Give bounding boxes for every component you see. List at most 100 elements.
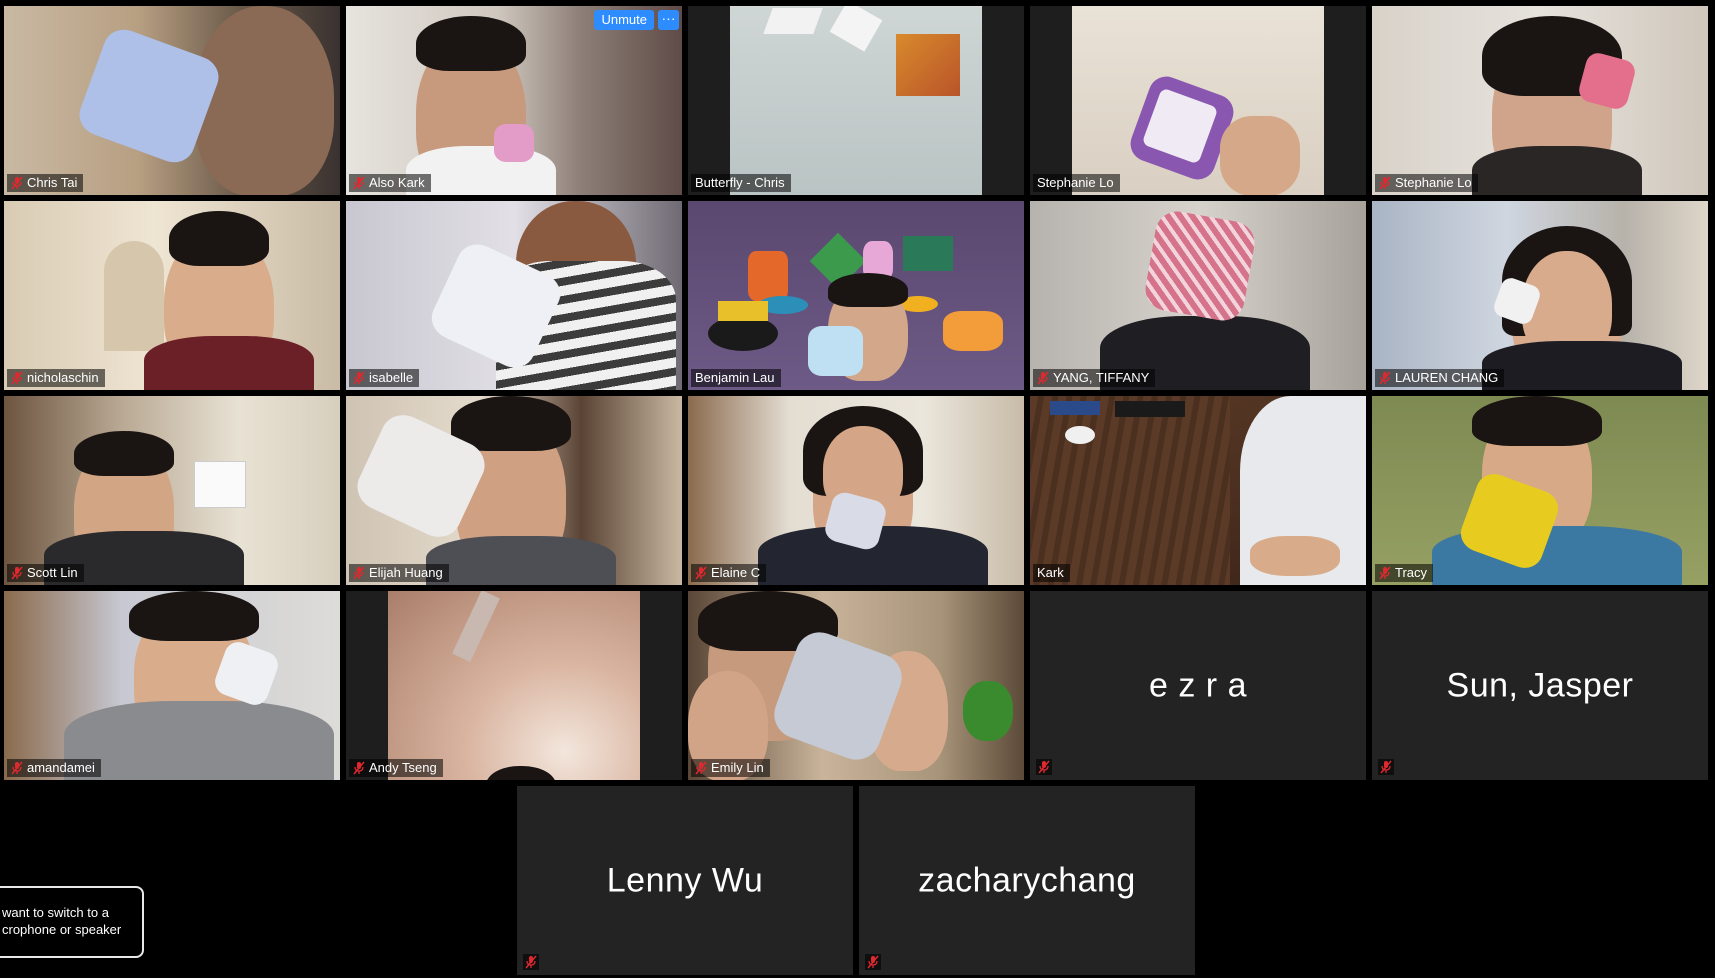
muted-mic-icon <box>1036 759 1052 775</box>
participant-tile[interactable]: Chris Tai <box>4 6 340 195</box>
origami-flower <box>1142 208 1258 324</box>
participant-name-tag: Stephanie Lo <box>1375 174 1478 192</box>
video-feed <box>1030 396 1366 585</box>
video-feed <box>4 396 340 585</box>
muted-mic-icon <box>11 176 23 190</box>
participant-name-tag: Chris Tai <box>7 174 84 192</box>
toast-text-line-2: crophone or speaker <box>2 922 122 937</box>
participant-display-name: Sun, Jasper <box>1446 666 1634 704</box>
video-feed <box>346 396 682 585</box>
participant-tile-no-video[interactable]: Sun, Jasper <box>1372 591 1708 780</box>
participant-display-name: zacharychang <box>918 861 1136 899</box>
participant-tile[interactable]: YANG, TIFFANY <box>1030 201 1366 390</box>
participant-tile[interactable]: Tracy <box>1372 396 1708 585</box>
participant-tile[interactable]: nicholaschin <box>4 201 340 390</box>
participant-name: LAUREN CHANG <box>1395 370 1499 385</box>
participant-tile[interactable]: Butterfly - Chris <box>688 6 1024 195</box>
participant-name-tag: YANG, TIFFANY <box>1033 369 1156 387</box>
participant-tile-no-video[interactable]: zacharychang <box>859 786 1195 975</box>
participant-name-tag: Stephanie Lo <box>1033 174 1120 192</box>
more-options-button[interactable]: ··· <box>658 10 679 30</box>
participant-name-tag: isabelle <box>349 369 420 387</box>
origami-model <box>748 251 788 301</box>
muted-mic-icon <box>11 566 23 580</box>
muted-mic-icon <box>1379 566 1391 580</box>
origami-flower <box>808 326 863 376</box>
participant-name: Emily Lin <box>711 760 764 775</box>
toast-text-line-1: want to switch to a <box>2 905 109 920</box>
participant-tile[interactable]: Elaine C <box>688 396 1024 585</box>
ellipsis-icon: ··· <box>661 10 676 26</box>
muted-mic-icon <box>1379 176 1391 190</box>
video-feed <box>688 201 1024 390</box>
origami-paper <box>896 34 960 96</box>
participant-name: nicholaschin <box>27 370 99 385</box>
participant-tile[interactable]: Scott Lin <box>4 396 340 585</box>
participant-tile[interactable]: Stephanie Lo <box>1030 6 1366 195</box>
participant-tile-no-video[interactable]: e z r a <box>1030 591 1366 780</box>
muted-mic-icon <box>1378 759 1394 775</box>
participant-tile[interactable]: Unmute ··· Also Kark <box>346 6 682 195</box>
video-grid: Chris Tai Unmute ··· Also Kark Butterfly… <box>0 0 1715 975</box>
participant-tile[interactable]: Benjamin Lau <box>688 201 1024 390</box>
participant-name: Scott Lin <box>27 565 78 580</box>
participant-tile[interactable]: isabelle <box>346 201 682 390</box>
participant-name: YANG, TIFFANY <box>1053 370 1150 385</box>
participant-display-name: Lenny Wu <box>606 861 764 899</box>
muted-mic-icon <box>11 761 23 775</box>
video-feed <box>4 591 340 780</box>
video-feed <box>1030 201 1366 390</box>
video-feed <box>1372 396 1708 585</box>
participant-display-name: e z r a <box>1149 666 1247 704</box>
video-feed <box>688 396 1024 585</box>
participant-name: isabelle <box>369 370 414 385</box>
muted-mic-icon <box>1037 371 1049 385</box>
participant-name-tag: Tracy <box>1375 564 1434 582</box>
participant-name-tag: Benjamin Lau <box>691 369 781 387</box>
participant-name: Benjamin Lau <box>695 370 775 385</box>
participant-tile[interactable]: Emily Lin <box>688 591 1024 780</box>
participant-tile[interactable]: Andy Tseng <box>346 591 682 780</box>
participant-tile[interactable]: amandamei <box>4 591 340 780</box>
origami-model <box>903 236 953 271</box>
participant-name: Also Kark <box>369 175 425 190</box>
participant-name: Tracy <box>1395 565 1428 580</box>
audio-switch-toast[interactable]: want to switch to a crophone or speaker <box>0 886 144 958</box>
participant-name: Elaine C <box>711 565 761 580</box>
video-feed <box>4 201 340 390</box>
video-feed <box>4 6 340 195</box>
video-feed <box>346 201 682 390</box>
participant-name-tag: Elaine C <box>691 564 767 582</box>
participant-name-tag: Scott Lin <box>7 564 84 582</box>
muted-mic-icon <box>353 176 365 190</box>
participant-name: Andy Tseng <box>369 760 437 775</box>
video-feed <box>1372 6 1708 195</box>
participant-name-tag: nicholaschin <box>7 369 105 387</box>
participant-tile[interactable]: Stephanie Lo <box>1372 6 1708 195</box>
participant-name-tag: amandamei <box>7 759 101 777</box>
muted-mic-icon <box>11 371 23 385</box>
participant-name-tag: Elijah Huang <box>349 564 449 582</box>
unmute-button[interactable]: Unmute <box>594 10 654 30</box>
participant-name: Chris Tai <box>27 175 78 190</box>
participant-name: Stephanie Lo <box>1395 175 1472 190</box>
muted-mic-icon <box>695 566 707 580</box>
participant-name-tag: Butterfly - Chris <box>691 174 791 192</box>
participant-name: Kark <box>1037 565 1064 580</box>
participant-name: Elijah Huang <box>369 565 443 580</box>
participant-tile[interactable]: LAUREN CHANG <box>1372 201 1708 390</box>
participant-name: Butterfly - Chris <box>695 175 785 190</box>
video-feed <box>688 6 1024 195</box>
participant-name: amandamei <box>27 760 95 775</box>
muted-mic-icon <box>1379 371 1391 385</box>
participant-name-tag: Emily Lin <box>691 759 770 777</box>
video-feed <box>346 591 682 780</box>
participant-name: Stephanie Lo <box>1037 175 1114 190</box>
origami-flower <box>494 124 534 162</box>
participant-tile-no-video[interactable]: Lenny Wu <box>517 786 853 975</box>
video-feed <box>1030 6 1366 195</box>
muted-mic-icon <box>353 371 365 385</box>
active-speaker-tile[interactable]: Kark <box>1030 396 1366 585</box>
participant-tile[interactable]: Elijah Huang <box>346 396 682 585</box>
muted-mic-icon <box>353 761 365 775</box>
